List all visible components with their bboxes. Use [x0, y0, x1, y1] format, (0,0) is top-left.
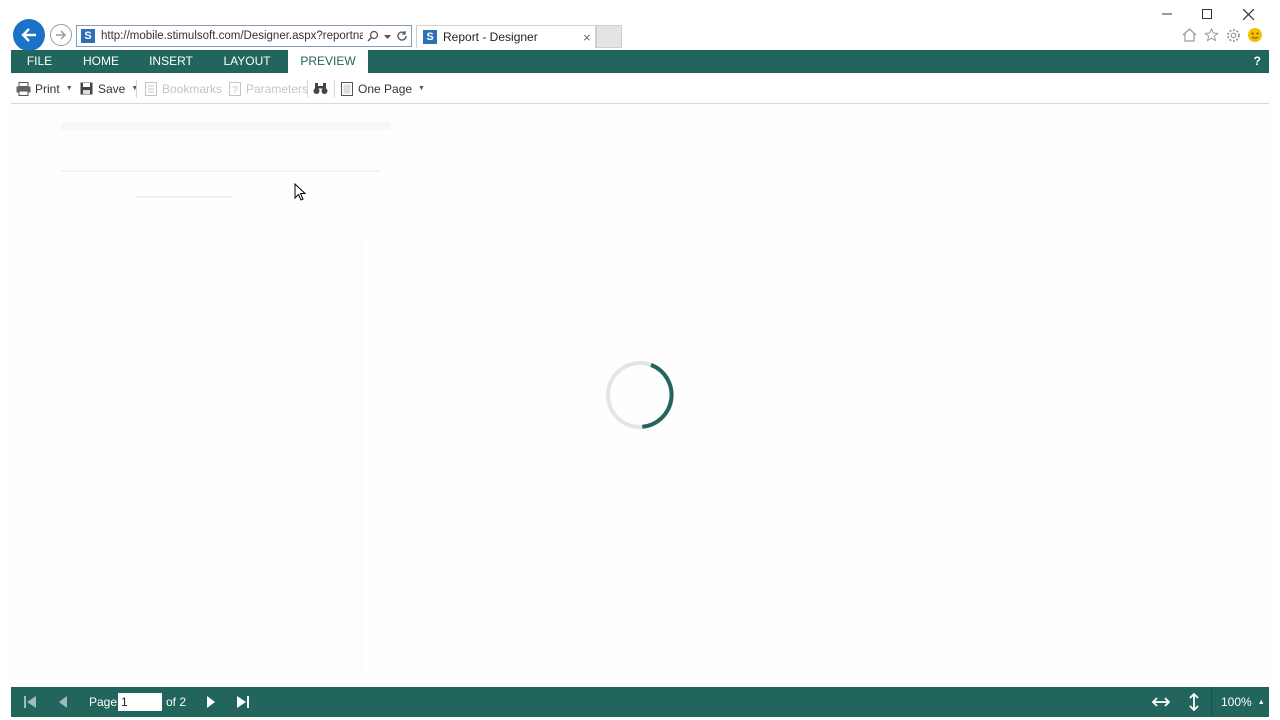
next-page-button[interactable]: [203, 694, 219, 710]
last-page-button[interactable]: [235, 694, 251, 710]
site-favicon-icon: S: [81, 29, 95, 43]
find-button[interactable]: [313, 80, 332, 97]
bookmarks-label: Bookmarks: [162, 81, 223, 96]
toolbar-divider: [334, 80, 335, 98]
printer-icon: [16, 81, 31, 96]
faded-report-line: [61, 170, 381, 172]
address-bar[interactable]: S http://mobile.stimulsoft.com/Designer.…: [76, 25, 412, 47]
close-icon: [1242, 8, 1254, 20]
arrow-left-icon: [21, 28, 36, 42]
bookmarks-button[interactable]: Bookmarks: [143, 80, 222, 97]
chevron-down-icon: ▼: [65, 85, 73, 92]
bookmarks-icon: [143, 81, 158, 96]
chevron-up-icon: ▲: [1257, 698, 1265, 706]
floppy-disk-icon: [79, 82, 94, 96]
page-navigation-bar: Page of 2 100% ▲: [11, 687, 1269, 717]
previous-page-icon: [59, 696, 67, 708]
arrow-right-icon: [56, 30, 67, 40]
tab-file[interactable]: FILE: [11, 50, 68, 73]
mouse-cursor-icon: [294, 183, 306, 201]
zoom-level: 100%: [1221, 695, 1252, 709]
page-icon: [339, 81, 354, 96]
page-label: Page: [89, 695, 118, 709]
page-count-text: of 2: [166, 695, 187, 709]
maximize-button[interactable]: [1192, 4, 1222, 24]
tab-title: Report - Designer: [443, 30, 538, 44]
ribbon-tab-bar: FILE HOME INSERT LAYOUT PREVIEW ?: [11, 50, 1269, 73]
svg-text:?: ?: [232, 85, 238, 96]
maximize-icon: [1202, 9, 1212, 19]
fit-width-icon: [1152, 697, 1170, 707]
view-mode-dropdown[interactable]: One Page ▼: [339, 80, 425, 97]
toolbar-divider: [307, 80, 308, 98]
chevron-down-icon: ▼: [418, 85, 425, 92]
browser-chrome: S http://mobile.stimulsoft.com/Designer.…: [0, 0, 1280, 51]
tab-close-icon[interactable]: ×: [583, 30, 591, 45]
faded-report-line: [136, 196, 231, 198]
tab-layout[interactable]: LAYOUT: [211, 50, 283, 73]
minimize-button[interactable]: [1152, 4, 1182, 24]
forward-button[interactable]: [50, 24, 72, 46]
tab-favicon-icon: S: [423, 30, 437, 44]
back-button[interactable]: [13, 19, 45, 51]
tab-home[interactable]: HOME: [70, 50, 132, 73]
smiley-feedback-icon[interactable]: [1246, 26, 1264, 44]
parameters-button[interactable]: ? Parameters: [227, 80, 308, 97]
zoom-dropdown[interactable]: 100% ▲: [1221, 695, 1265, 709]
loading-spinner: [606, 361, 674, 429]
save-label: Save: [98, 81, 126, 96]
report-preview-area[interactable]: [11, 104, 1269, 687]
last-page-icon: [237, 696, 249, 708]
fit-height-icon: [1189, 693, 1199, 711]
dropdown-icon[interactable]: [384, 30, 391, 42]
parameters-icon: ?: [227, 81, 242, 96]
help-button[interactable]: ?: [1254, 50, 1261, 73]
favorites-star-icon[interactable]: [1202, 26, 1220, 44]
refresh-icon[interactable]: [396, 30, 408, 42]
binoculars-icon: [313, 82, 328, 96]
next-page-icon: [207, 696, 215, 708]
previous-page-button[interactable]: [55, 694, 71, 710]
chevron-down-icon: ▼: [131, 85, 139, 92]
fit-width-button[interactable]: [1151, 694, 1171, 710]
statusbar-divider: [1211, 687, 1212, 717]
settings-gear-icon[interactable]: [1224, 26, 1242, 44]
print-label: Print: [35, 81, 60, 96]
close-window-button[interactable]: [1233, 4, 1263, 24]
search-icon[interactable]: [367, 30, 379, 42]
fit-page-button[interactable]: [1186, 693, 1202, 711]
tab-preview[interactable]: PREVIEW: [288, 50, 368, 73]
save-button[interactable]: Save ▼: [79, 80, 138, 97]
new-tab-button[interactable]: [596, 25, 622, 48]
faded-report-header: [61, 122, 391, 130]
first-page-icon: [24, 696, 36, 708]
browser-tab[interactable]: S Report - Designer ×: [416, 25, 596, 48]
faded-report-column: [361, 234, 363, 674]
toolbar-divider: [136, 80, 137, 98]
preview-toolbar: Print ▼ Save ▼ Bookmarks ? Parameters On…: [11, 73, 1269, 104]
page-number-input[interactable]: [118, 693, 162, 711]
view-mode-label: One Page: [358, 81, 413, 96]
parameters-label: Parameters: [246, 81, 309, 96]
print-button[interactable]: Print ▼: [16, 80, 73, 97]
home-icon[interactable]: [1180, 26, 1198, 44]
url-text[interactable]: http://mobile.stimulsoft.com/Designer.as…: [101, 30, 363, 42]
minimize-icon: [1162, 13, 1172, 15]
tab-insert[interactable]: INSERT: [137, 50, 205, 73]
first-page-button[interactable]: [22, 694, 38, 710]
